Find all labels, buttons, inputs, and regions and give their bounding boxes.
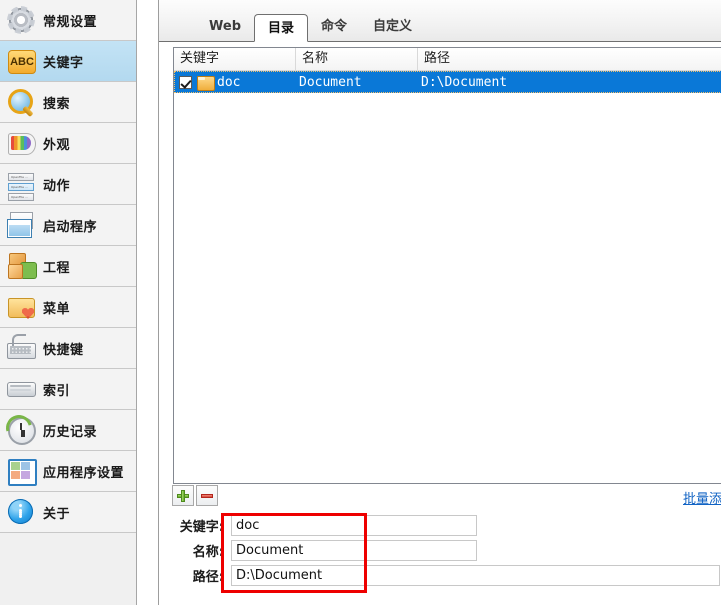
magnifier-icon [6,87,36,117]
sidebar-item-index[interactable]: 索引 [0,369,136,410]
keyword-input[interactable] [231,515,477,536]
settings-sidebar: 常规设置 ABC 关键字 搜索 外观 OpenFile ... OpenFile … [0,0,137,605]
row-checkbox[interactable] [179,75,192,89]
sidebar-item-general-settings[interactable]: 常规设置 [0,0,136,41]
palette-icon [6,128,36,158]
table-row[interactable]: doc Document D:\Document [174,71,721,93]
sidebar-item-search[interactable]: 搜索 [0,82,136,123]
sidebar-item-label: 索引 [43,383,71,399]
sidebar-item-project[interactable]: 工程 [0,246,136,287]
sidebar-item-label: 启动程序 [43,219,98,235]
list-toolbar [172,485,218,506]
name-label: 名称: [192,545,224,560]
app-settings-icon [6,456,37,486]
keyword-label: 关键字: [179,520,224,535]
drive-icon [6,374,36,404]
path-input[interactable] [231,565,720,586]
blocks-icon [6,251,36,281]
cell-name: Document [299,74,362,90]
sidebar-item-shortcut-key[interactable]: 快捷键 [0,328,136,369]
entry-form: 关键字: 名称: 路径: [173,513,721,588]
sidebar-item-label: 工程 [43,260,71,276]
folder-heart-icon [6,292,36,322]
form-row-path: 路径: [173,563,721,588]
sidebar-item-action[interactable]: OpenFile ... OpenFile ... OpenFile ... 动作 [0,164,136,205]
sidebar-item-label: 动作 [43,178,71,194]
sidebar-item-label: 快捷键 [43,342,84,358]
form-row-name: 名称: [173,538,721,563]
sidebar-item-label: 应用程序设置 [43,465,125,481]
sidebar-item-keyword[interactable]: ABC 关键字 [0,41,136,82]
sidebar-item-label: 外观 [43,137,71,153]
sidebar-item-app-settings[interactable]: 应用程序设置 [0,451,136,492]
content-panel: Web 目录 命令 自定义 关键字 名称 路径 doc Document D:\… [158,0,721,605]
cell-path: D:\Document [421,74,508,90]
path-label: 路径: [192,570,224,585]
windows-icon [6,210,36,240]
gear-icon [6,5,36,35]
sidebar-item-label: 搜索 [43,96,71,112]
sidebar-item-about[interactable]: 关于 [0,492,136,533]
remove-button[interactable] [196,485,218,506]
tab-custom[interactable]: 自定义 [360,13,425,41]
clock-refresh-icon [1,410,37,446]
directory-list-view[interactable]: 关键字 名称 路径 doc Document D:\Document [173,47,721,484]
sidebar-item-history[interactable]: 历史记录 [0,410,136,451]
tab-directory[interactable]: 目录 [254,14,309,42]
sidebar-item-label: 关键字 [43,55,84,71]
sidebar-item-startup-program[interactable]: 启动程序 [0,205,136,246]
add-button[interactable] [172,485,194,506]
sidebar-item-label: 常规设置 [43,14,98,30]
list-header-row: 关键字 名称 路径 [174,48,721,71]
bulk-add-link[interactable]: 批量添 [683,488,721,507]
folder-icon [197,75,215,91]
info-icon [6,497,36,527]
form-row-keyword: 关键字: [173,513,721,538]
keyboard-icon [6,333,36,363]
abc-icon: ABC [6,46,36,76]
name-input[interactable] [231,540,477,561]
action-list-icon: OpenFile ... OpenFile ... OpenFile ... [6,169,36,201]
tab-bar: Web 目录 命令 自定义 [159,0,721,42]
tab-web[interactable]: Web [196,13,254,41]
sidebar-item-label: 关于 [43,506,71,522]
column-header-name[interactable]: 名称 [296,48,418,70]
cell-keyword: doc [217,74,241,90]
tab-command[interactable]: 命令 [308,13,360,41]
sidebar-item-menu[interactable]: 菜单 [0,287,136,328]
sidebar-item-label: 菜单 [43,301,71,317]
column-header-keyword[interactable]: 关键字 [174,48,296,70]
column-header-path[interactable]: 路径 [418,48,721,70]
sidebar-item-label: 历史记录 [43,424,98,440]
sidebar-item-appearance[interactable]: 外观 [0,123,136,164]
